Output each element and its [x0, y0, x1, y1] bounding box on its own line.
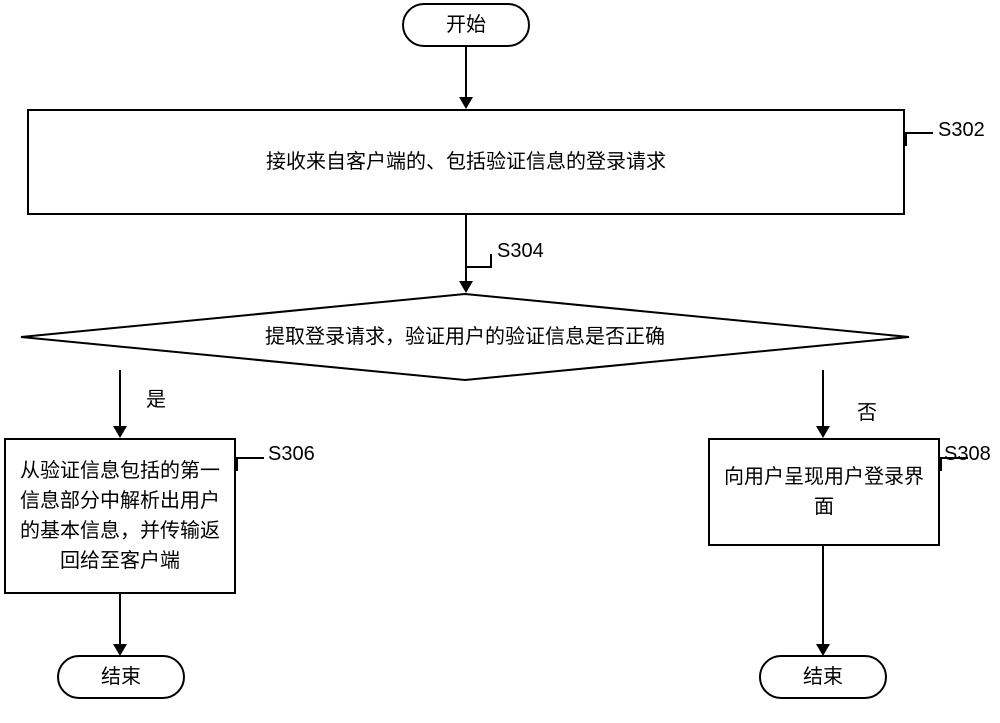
- yes-label: 是: [146, 383, 166, 412]
- end-right-terminator: 结束: [759, 655, 887, 699]
- arrow-s308-to-end: [822, 546, 824, 646]
- arrow-start-to-s302: [465, 47, 467, 99]
- s304-text: 提取登录请求，验证用户的验证信息是否正确: [20, 293, 910, 381]
- arrow-no-vertical: [822, 370, 824, 428]
- s304-tick-v: [490, 254, 492, 268]
- end-left-label: 结束: [101, 662, 141, 692]
- s308-tick-v: [940, 457, 942, 471]
- end-right-label: 结束: [803, 662, 843, 692]
- no-label: 否: [857, 396, 877, 425]
- s306-tick-v: [236, 457, 238, 471]
- s308-label: S308: [944, 443, 991, 466]
- arrow-yes-vertical: [119, 370, 121, 428]
- s306-tick-h: [236, 457, 264, 459]
- s304-tick-h: [466, 266, 492, 268]
- s308-process: 向用户呈现用户登录界面: [708, 438, 940, 546]
- s302-tick-h: [905, 132, 933, 134]
- start-terminator: 开始: [402, 3, 530, 47]
- arrow-s306-to-end: [119, 594, 121, 646]
- s306-process: 从验证信息包括的第一信息部分中解析出用户的基本信息，并传输返回给至客户端: [4, 438, 236, 594]
- s304-label: S304: [497, 240, 544, 263]
- s306-label: S306: [268, 443, 315, 466]
- arrowhead-no: [816, 426, 830, 438]
- s306-text: 从验证信息包括的第一信息部分中解析出用户的基本信息，并传输返回给至客户端: [12, 456, 228, 576]
- s302-process: 接收来自客户端的、包括验证信息的登录请求: [27, 109, 905, 215]
- s302-label: S302: [938, 119, 985, 142]
- arrowhead-s302-to-s304: [459, 281, 473, 293]
- start-label: 开始: [446, 10, 486, 40]
- end-left-terminator: 结束: [57, 655, 185, 699]
- arrow-s302-to-s304: [465, 215, 467, 283]
- arrowhead-yes: [113, 426, 127, 438]
- s304-decision: 提取登录请求，验证用户的验证信息是否正确: [20, 293, 910, 381]
- s302-text: 接收来自客户端的、包括验证信息的登录请求: [266, 147, 666, 177]
- s302-tick-v: [905, 132, 907, 146]
- arrowhead-start-to-s302: [459, 97, 473, 109]
- s308-text: 向用户呈现用户登录界面: [716, 462, 932, 522]
